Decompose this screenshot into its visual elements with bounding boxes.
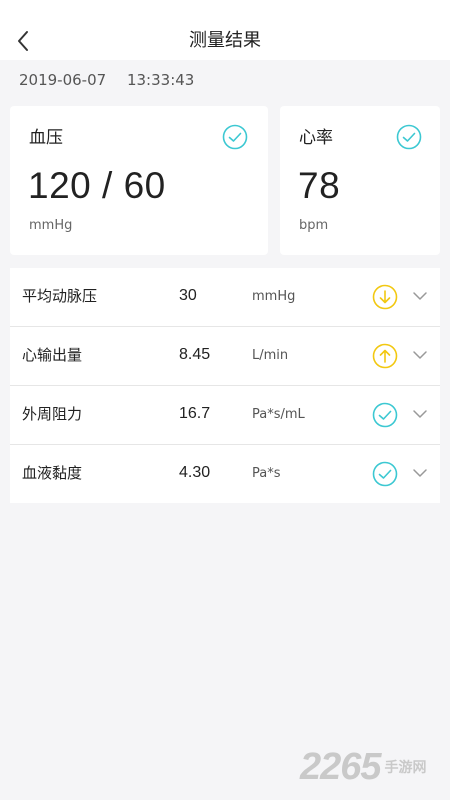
page-title: 测量结果 <box>189 30 261 51</box>
check-circle-icon <box>372 402 398 428</box>
metrics-list: 平均动脉压 30 mmHg 心输出量 8.45 L/min 外周阻力 16.7 … <box>10 268 440 503</box>
metric-row-cardiac-output[interactable]: 心输出量 8.45 L/min <box>10 327 440 386</box>
metric-unit: L/min <box>252 348 289 363</box>
measurement-datetime: 2019-06-07 13:33:43 <box>19 70 194 90</box>
metric-row-blood-viscosity[interactable]: 血液黏度 4.30 Pa*s <box>10 445 440 503</box>
metric-row-mean-arterial-pressure[interactable]: 平均动脉压 30 mmHg <box>10 268 440 327</box>
watermark-logo: 2265 手游网 <box>300 742 450 792</box>
metric-row-peripheral-resistance[interactable]: 外周阻力 16.7 Pa*s/mL <box>10 386 440 445</box>
metric-name: 平均动脉压 <box>22 287 98 305</box>
metric-value: 30 <box>179 287 197 304</box>
metric-value: 16.7 <box>179 405 211 422</box>
metric-name: 血液黏度 <box>22 464 83 482</box>
metric-unit: Pa*s/mL <box>252 407 305 422</box>
heart-rate-card: 心率 78 bpm <box>280 106 440 255</box>
blood-pressure-card: 血压 120 / 60 mmHg <box>10 106 268 255</box>
watermark-number: 2265 <box>300 745 382 788</box>
measurement-date: 2019-06-07 <box>19 71 107 89</box>
metric-unit: mmHg <box>252 289 296 304</box>
heart-rate-unit: bpm <box>299 218 329 233</box>
check-circle-icon <box>396 124 422 150</box>
metric-value: 4.30 <box>179 464 211 481</box>
blood-pressure-unit: mmHg <box>29 218 73 233</box>
check-circle-icon <box>222 124 248 150</box>
arrow-up-circle-icon <box>372 343 398 369</box>
chevron-down-icon[interactable] <box>412 406 428 422</box>
metric-value: 8.45 <box>179 346 211 363</box>
metric-name: 外周阻力 <box>22 405 83 423</box>
chevron-down-icon[interactable] <box>412 288 428 304</box>
chevron-down-icon[interactable] <box>412 347 428 363</box>
blood-pressure-value: 120 / 60 <box>28 165 166 206</box>
check-circle-icon <box>372 461 398 487</box>
chevron-down-icon[interactable] <box>412 465 428 481</box>
measurement-time: 13:33:43 <box>126 71 195 89</box>
watermark-text: 手游网 <box>384 760 427 776</box>
heart-rate-value: 78 <box>298 165 341 206</box>
header-bar: 测量结果 <box>0 0 450 60</box>
arrow-down-circle-icon <box>372 284 398 310</box>
heart-rate-label: 心率 <box>299 128 333 148</box>
metric-unit: Pa*s <box>252 466 281 481</box>
blood-pressure-label: 血压 <box>29 128 63 148</box>
metric-name: 心输出量 <box>22 346 83 364</box>
